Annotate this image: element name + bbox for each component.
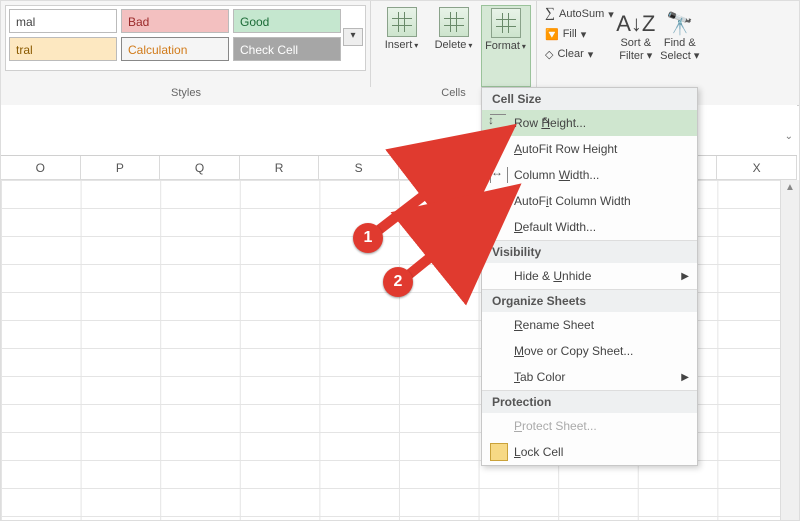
- menu-move-copy-sheet[interactable]: Move or Copy Sheet...: [482, 338, 697, 364]
- styles-more-button[interactable]: ▾: [343, 28, 363, 46]
- chevron-down-icon: ▾: [694, 50, 700, 62]
- menu-section-visibility: Visibility: [482, 240, 697, 263]
- delete-label: Delete: [435, 39, 467, 51]
- menu-section-protection: Protection: [482, 390, 697, 413]
- format-button[interactable]: Format▾: [481, 5, 531, 87]
- insert-icon: [387, 7, 417, 37]
- chevron-down-icon: ▾: [522, 42, 526, 51]
- style-check-cell[interactable]: Check Cell: [233, 37, 341, 61]
- menu-tab-color[interactable]: Tab Color▶: [482, 364, 697, 390]
- col-header[interactable]: Q: [160, 156, 240, 180]
- eraser-icon: ◇: [545, 48, 553, 61]
- find-select-label: Find & Select: [660, 37, 695, 62]
- formula-expand-icon[interactable]: ⌄: [785, 131, 793, 142]
- styles-group-label: Styles: [1, 87, 371, 105]
- sort-icon: A↓Z: [614, 11, 658, 37]
- column-width-icon: [490, 167, 508, 183]
- fill-button[interactable]: 🔽 Fill ▾: [545, 25, 614, 43]
- cursor-icon: ↖: [542, 114, 551, 127]
- col-header[interactable]: S: [319, 156, 399, 180]
- cell-styles-gallery[interactable]: mal Bad Good tral Calculation Check Cell…: [5, 5, 366, 71]
- binoculars-icon: 🔭: [658, 11, 702, 37]
- col-header[interactable]: O: [1, 156, 81, 180]
- fill-label: Fill: [563, 28, 577, 40]
- editing-group: ∑ AutoSum ▾ 🔽 Fill ▾ ◇ Clear ▾ A↓Z Sort & F…: [537, 1, 799, 87]
- format-icon: [491, 8, 521, 38]
- style-normal[interactable]: mal: [9, 9, 117, 33]
- sort-filter-button[interactable]: A↓Z Sort & Filter ▾: [614, 5, 658, 87]
- insert-label: Insert: [385, 39, 413, 51]
- styles-group: mal Bad Good tral Calculation Check Cell…: [1, 1, 371, 87]
- autosum-button[interactable]: ∑AutoSum ▾: [545, 5, 614, 23]
- insert-button[interactable]: Insert▾: [377, 5, 427, 87]
- format-label: Format: [485, 40, 520, 52]
- submenu-arrow-icon: ▶: [681, 271, 689, 282]
- menu-default-width[interactable]: Default Width...: [482, 214, 697, 240]
- lock-icon: [490, 443, 508, 461]
- clear-label: Clear: [557, 48, 583, 60]
- delete-icon: [439, 7, 469, 37]
- ribbon: mal Bad Good tral Calculation Check Cell…: [1, 1, 799, 88]
- format-dropdown-menu: Cell Size Row Height... ↖ AutoFit Row He…: [481, 87, 698, 466]
- menu-column-width[interactable]: Column Width...: [482, 162, 697, 188]
- style-calculation[interactable]: Calculation: [121, 37, 229, 61]
- style-bad[interactable]: Bad: [121, 9, 229, 33]
- chevron-down-icon: ▾: [414, 41, 418, 50]
- chevron-down-icon: ▾: [581, 28, 587, 41]
- col-header[interactable]: P: [81, 156, 161, 180]
- chevron-down-icon: ▾: [588, 48, 594, 61]
- sigma-icon: ∑: [545, 6, 555, 22]
- menu-protect-sheet[interactable]: Protect Sheet...: [482, 413, 697, 439]
- menu-section-cell-size: Cell Size: [482, 88, 697, 110]
- chevron-down-icon: ▾: [647, 50, 653, 62]
- fill-icon: 🔽: [545, 28, 559, 41]
- col-header[interactable]: R: [240, 156, 320, 180]
- style-good[interactable]: Good: [233, 9, 341, 33]
- submenu-arrow-icon: ▶: [681, 372, 689, 383]
- menu-section-organize: Organize Sheets: [482, 289, 697, 312]
- vertical-scrollbar[interactable]: ▲: [780, 180, 799, 520]
- style-neutral[interactable]: tral: [9, 37, 117, 61]
- clear-button[interactable]: ◇ Clear ▾: [545, 45, 614, 63]
- delete-button[interactable]: Delete▾: [429, 5, 479, 87]
- row-height-icon: [490, 114, 506, 132]
- menu-autofit-column-width[interactable]: AutoFit Column Width: [482, 188, 697, 214]
- find-select-button[interactable]: 🔭 Find & Select ▾: [658, 5, 702, 87]
- chevron-down-icon: ▾: [468, 41, 472, 50]
- col-header[interactable]: X: [717, 156, 797, 180]
- menu-row-height[interactable]: Row Height... ↖: [482, 110, 697, 136]
- cells-group: Insert▾ Delete▾ Format▾: [371, 1, 537, 87]
- menu-lock-cell[interactable]: Lock Cell: [482, 439, 697, 465]
- scroll-up-icon[interactable]: ▲: [781, 180, 799, 196]
- menu-autofit-row-height[interactable]: AutoFit Row Height: [482, 136, 697, 162]
- autosum-label: AutoSum: [559, 8, 604, 20]
- menu-rename-sheet[interactable]: Rename Sheet: [482, 312, 697, 338]
- col-header[interactable]: T: [399, 156, 479, 180]
- menu-hide-unhide[interactable]: Hide & Unhide▶: [482, 263, 697, 289]
